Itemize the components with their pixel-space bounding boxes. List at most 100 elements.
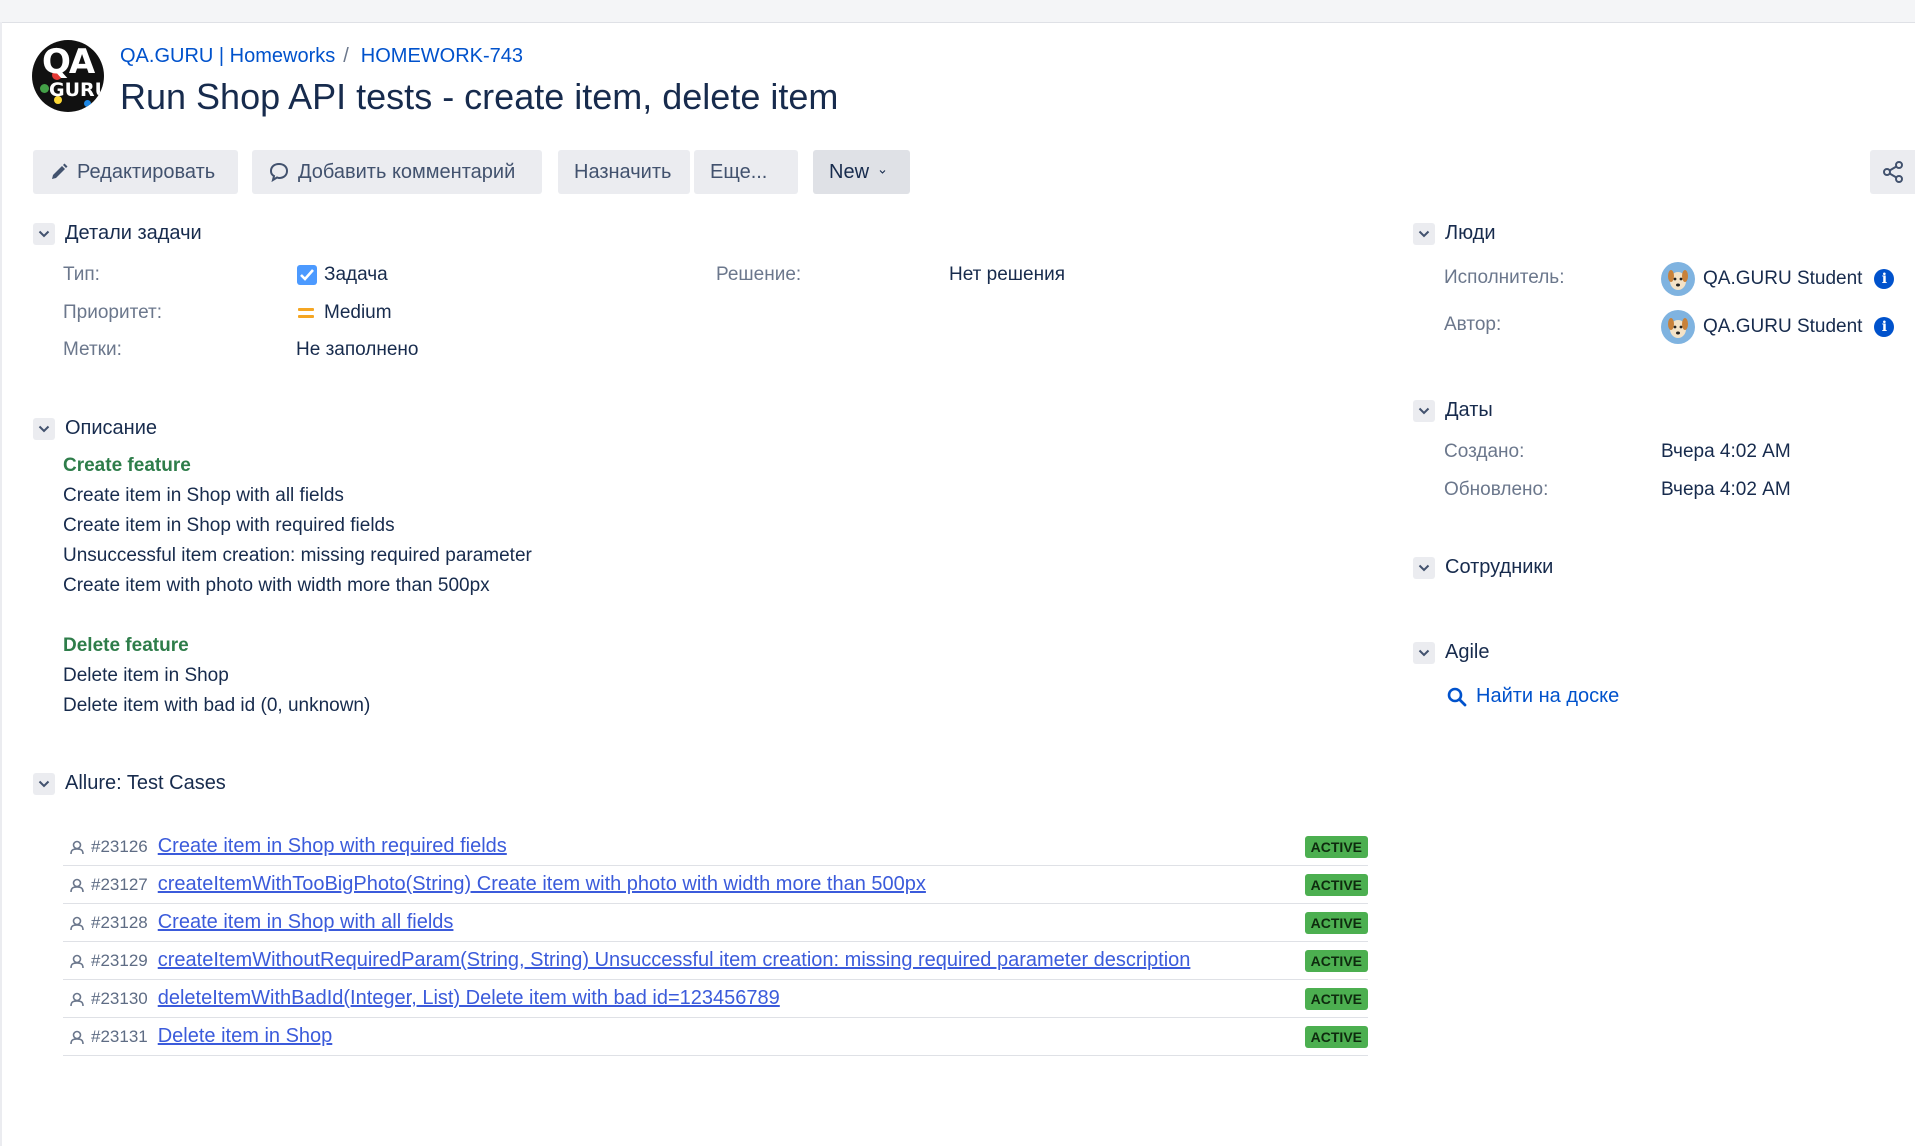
logo-text-guru: GURU xyxy=(49,79,104,101)
breadcrumb: QA.GURU | Homeworks / HOMEWORK-743 xyxy=(120,45,523,68)
test-case-link[interactable]: Create item in Shop with required fields xyxy=(158,835,507,858)
dates-section-header[interactable]: Даты xyxy=(1413,399,1493,422)
share-button[interactable] xyxy=(1870,150,1915,194)
collapse-chevron-icon xyxy=(1413,556,1435,579)
description-line: Delete item with bad id (0, unknown) xyxy=(63,695,371,716)
find-on-board-label: Найти на доске xyxy=(1476,685,1620,707)
reporter-value[interactable]: QA.GURU Student i xyxy=(1661,310,1895,344)
test-case-link[interactable]: createItemWithoutRequiredParam(String, S… xyxy=(158,949,1191,972)
reporter-label: Автор: xyxy=(1444,314,1502,335)
updated-label: Обновлено: xyxy=(1444,479,1549,500)
logo-text-qa: QA xyxy=(42,42,95,82)
assignee-label: Исполнитель: xyxy=(1444,267,1565,288)
share-icon xyxy=(1882,161,1903,183)
status-badge: ACTIVE xyxy=(1304,836,1368,858)
status-badge: ACTIVE xyxy=(1304,1026,1368,1048)
test-case-row: #23127 createItemWithTooBigPhoto(String)… xyxy=(63,866,1368,904)
type-value[interactable]: Задача xyxy=(296,264,388,286)
search-icon xyxy=(1447,687,1467,706)
chevron-down-icon xyxy=(879,170,886,174)
test-case-link[interactable]: createItemWithTooBigPhoto(String) Create… xyxy=(158,873,926,896)
collapse-chevron-icon xyxy=(1413,222,1435,245)
collapse-chevron-icon xyxy=(33,772,55,795)
description-delete-feature-title: Delete feature xyxy=(63,635,189,656)
description-create-feature-title: Create feature xyxy=(63,455,191,476)
test-case-row: #23131 Delete item in Shop ACTIVE xyxy=(63,1018,1368,1056)
type-value-text: Задача xyxy=(324,264,388,285)
test-case-link[interactable]: deleteItemWithBadId(Integer, List) Delet… xyxy=(158,987,780,1010)
more-dropdown-label: Еще... xyxy=(710,160,768,183)
assign-button-label: Назначить xyxy=(574,160,672,183)
details-section-header[interactable]: Детали задачи xyxy=(33,222,202,245)
status-badge: ACTIVE xyxy=(1304,912,1368,934)
avatar xyxy=(1661,310,1695,344)
labels-value[interactable]: Не заполнено xyxy=(296,339,419,361)
automated-test-icon xyxy=(70,878,84,892)
issue-title[interactable]: Run Shop API tests - create item, delete… xyxy=(120,76,838,118)
test-case-id: #23126 xyxy=(91,836,148,856)
description-section-title: Описание xyxy=(65,417,158,439)
collapse-chevron-icon xyxy=(33,222,55,245)
automated-test-icon xyxy=(70,954,84,968)
assignee-name: QA.GURU Student xyxy=(1703,268,1863,289)
employees-section-header[interactable]: Сотрудники xyxy=(1413,556,1553,579)
people-section-title: Люди xyxy=(1445,222,1496,244)
test-case-id: #23127 xyxy=(91,874,148,894)
find-on-board-link[interactable]: Найти на доске xyxy=(1446,685,1619,708)
status-dropdown[interactable]: New xyxy=(813,150,910,194)
test-case-row: #23129 createItemWithoutRequiredParam(St… xyxy=(63,942,1368,980)
assignee-value[interactable]: QA.GURU Student i xyxy=(1661,262,1895,296)
description-section-header[interactable]: Описание xyxy=(33,417,157,440)
automated-test-icon xyxy=(70,916,84,930)
test-case-id: #23129 xyxy=(91,950,148,970)
description-line: Create item with photo with width more t… xyxy=(63,575,490,596)
details-section-title: Детали задачи xyxy=(65,222,202,244)
test-case-link[interactable]: Delete item in Shop xyxy=(158,1025,333,1048)
description-line: Create item in Shop with required fields xyxy=(63,515,395,536)
project-logo[interactable]: QA GURU xyxy=(32,40,104,112)
collapse-chevron-icon xyxy=(1413,641,1435,664)
priority-value-text: Medium xyxy=(324,302,392,323)
updated-value: Вчера 4:02 AM xyxy=(1661,479,1791,500)
resolution-value: Нет решения xyxy=(949,264,1065,285)
created-label: Создано: xyxy=(1444,441,1525,462)
agile-section-header[interactable]: Agile xyxy=(1413,641,1489,664)
type-label: Тип: xyxy=(63,264,100,285)
employees-section-title: Сотрудники xyxy=(1445,556,1554,578)
info-icon[interactable]: i xyxy=(1874,269,1895,289)
assign-button[interactable]: Назначить xyxy=(558,150,690,194)
test-case-id: #23130 xyxy=(91,988,148,1008)
breadcrumb-issue-key-link[interactable]: HOMEWORK-743 xyxy=(361,45,523,67)
automated-test-icon xyxy=(70,992,84,1006)
edit-button[interactable]: Редактировать xyxy=(33,150,238,194)
automated-test-icon xyxy=(70,1030,84,1044)
test-case-link[interactable]: Create item in Shop with all fields xyxy=(158,911,454,934)
priority-value[interactable]: Medium xyxy=(296,302,392,324)
more-dropdown[interactable]: Еще... xyxy=(694,150,798,194)
people-section-header[interactable]: Люди xyxy=(1413,222,1496,245)
test-case-row: #23126 Create item in Shop with required… xyxy=(63,828,1368,866)
test-case-id: #23128 xyxy=(91,912,148,932)
description-line: Create item in Shop with all fields xyxy=(63,485,344,506)
test-case-id: #23131 xyxy=(91,1026,148,1046)
add-comment-button[interactable]: Добавить комментарий xyxy=(252,150,542,194)
add-comment-button-label: Добавить комментарий xyxy=(298,160,516,183)
collapse-chevron-icon xyxy=(1413,399,1435,422)
breadcrumb-project-link[interactable]: QA.GURU | Homeworks xyxy=(120,45,335,67)
collapse-chevron-icon xyxy=(33,417,55,440)
dates-section-title: Даты xyxy=(1445,399,1493,421)
info-icon[interactable]: i xyxy=(1874,317,1895,337)
priority-medium-icon xyxy=(298,308,314,318)
allure-section-header[interactable]: Allure: Test Cases xyxy=(33,772,226,795)
test-case-row: #23128 Create item in Shop with all fiel… xyxy=(63,904,1368,942)
status-badge: ACTIVE xyxy=(1304,988,1368,1010)
resolution-label: Решение: xyxy=(716,264,802,285)
status-dropdown-label: New xyxy=(829,160,870,183)
created-value: Вчера 4:02 AM xyxy=(1661,441,1791,462)
reporter-name: QA.GURU Student xyxy=(1703,316,1863,337)
pencil-icon xyxy=(52,163,68,179)
left-border xyxy=(0,22,2,1146)
automated-test-icon xyxy=(70,840,84,854)
agile-section-title: Agile xyxy=(1445,641,1490,663)
description-line: Delete item in Shop xyxy=(63,665,229,686)
